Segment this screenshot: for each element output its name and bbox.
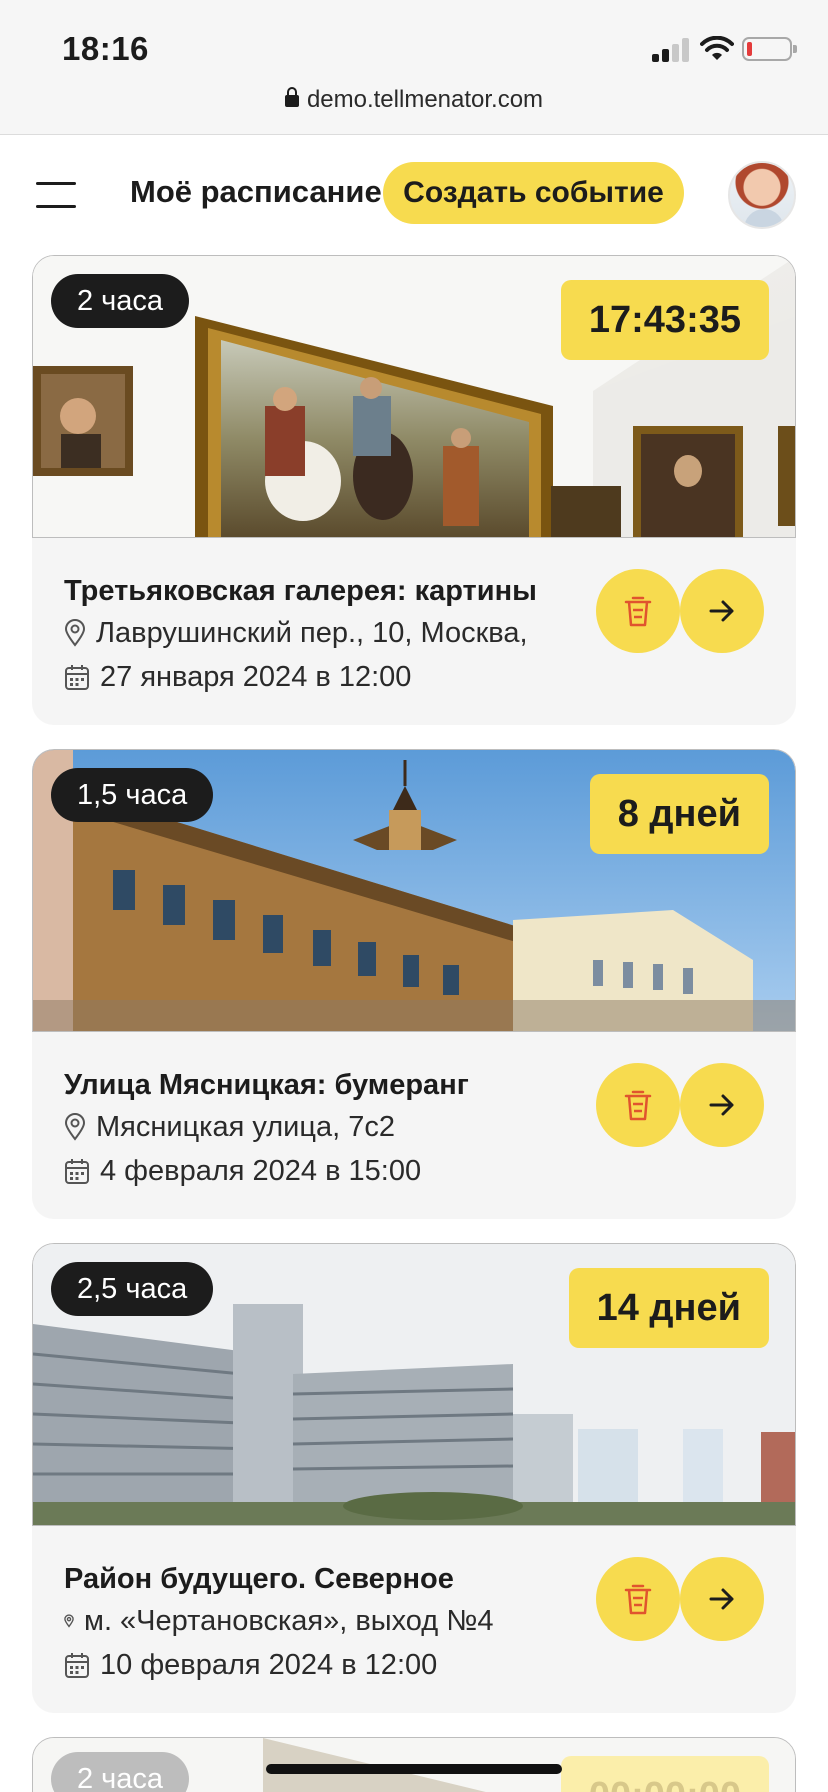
- page-title: Моё расписание: [130, 174, 382, 209]
- countdown-badge: 14 дней: [568, 1268, 769, 1348]
- trash-icon: [624, 1584, 652, 1615]
- event-info: Третьяковская галерея: картины Лаврушинс…: [64, 571, 624, 699]
- duration-badge: 2,5 часа: [51, 1262, 214, 1316]
- status-time: 18:16: [62, 30, 149, 67]
- countdown-badge: 17:43:35: [560, 280, 769, 360]
- delete-event-button[interactable]: [596, 1557, 680, 1641]
- calendar-icon: [65, 1653, 89, 1678]
- status-bar: 18:16 demo.tellmenator.com: [0, 0, 828, 135]
- lock-icon: [284, 87, 299, 107]
- cellular-signal-icon: [652, 38, 692, 62]
- duration-badge: 1,5 часа: [51, 768, 214, 822]
- arrow-right-icon: [709, 600, 734, 622]
- wifi-icon: [700, 36, 734, 60]
- event-photo: 1,5 часа 8 дней: [32, 749, 796, 1032]
- calendar-icon: [65, 665, 89, 690]
- event-date-row: 27 января 2024 в 12:00: [64, 655, 624, 699]
- home-indicator[interactable]: [266, 1764, 562, 1774]
- event-title: Улица Мясницкая: бумеранг: [64, 1069, 469, 1101]
- event-address-row: Лаврушинский пер., 10, Москва,: [64, 611, 624, 655]
- event-datetime: 27 января 2024 в 12:00: [100, 661, 412, 693]
- countdown-badge: 00:00:00: [560, 1756, 769, 1792]
- trash-icon: [624, 596, 652, 627]
- event-address-row: м. «Чертановская», выход №4: [64, 1599, 624, 1643]
- event-address-row: Мясницкая улица, 7с2: [64, 1105, 624, 1149]
- hamburger-icon[interactable]: [36, 182, 76, 208]
- event-address: Лаврушинский пер., 10, Москва,: [96, 617, 528, 649]
- duration-badge: 2 часа: [51, 274, 190, 328]
- url-bar[interactable]: demo.tellmenator.com: [0, 86, 828, 114]
- event-address: м. «Чертановская», выход №4: [84, 1605, 494, 1637]
- calendar-icon: [65, 1159, 89, 1184]
- pin-icon: [64, 1614, 74, 1628]
- event-title: Третьяковская галерея: картины: [64, 575, 537, 607]
- event-info: Улица Мясницкая: бумеранг Мясницкая улиц…: [64, 1065, 624, 1193]
- app-header: Моё расписание Создать событие: [0, 136, 828, 254]
- event-address: Мясницкая улица, 7с2: [96, 1111, 395, 1143]
- arrow-right-icon: [709, 1094, 734, 1116]
- event-photo: 2 часа 17:43:35: [32, 255, 796, 538]
- avatar[interactable]: [728, 161, 796, 229]
- delete-event-button[interactable]: [596, 569, 680, 653]
- open-event-button[interactable]: [680, 1063, 764, 1147]
- pin-icon: [64, 619, 86, 647]
- event-photo: 2,5 часа 14 дней: [32, 1243, 796, 1526]
- event-title: Район будущего. Северное: [64, 1563, 454, 1595]
- event-info: Район будущего. Северное м. «Чертановска…: [64, 1559, 624, 1687]
- open-event-button[interactable]: [680, 1557, 764, 1641]
- event-card[interactable]: 2,5 часа 14 дней Район будущего. Северно…: [32, 1243, 796, 1713]
- event-datetime: 10 февраля 2024 в 12:00: [100, 1649, 438, 1681]
- countdown-badge: 8 дней: [589, 774, 769, 854]
- arrow-right-icon: [709, 1588, 734, 1610]
- url-text: demo.tellmenator.com: [306, 86, 544, 113]
- create-event-button[interactable]: Создать событие: [383, 162, 684, 224]
- battery-icon: [742, 37, 797, 61]
- event-date-row: 10 февраля 2024 в 12:00: [64, 1643, 624, 1687]
- event-card[interactable]: 2 часа 17:43:35 Третьяковская галерея: к…: [32, 255, 796, 725]
- event-date-row: 4 февраля 2024 в 15:00: [64, 1149, 624, 1193]
- duration-badge: 2 часа: [51, 1752, 190, 1792]
- delete-event-button[interactable]: [596, 1063, 680, 1147]
- trash-icon: [624, 1090, 652, 1121]
- pin-icon: [64, 1113, 86, 1141]
- event-card[interactable]: 1,5 часа 8 дней Улица Мясницкая: бумеран…: [32, 749, 796, 1219]
- event-datetime: 4 февраля 2024 в 15:00: [100, 1155, 422, 1187]
- open-event-button[interactable]: [680, 569, 764, 653]
